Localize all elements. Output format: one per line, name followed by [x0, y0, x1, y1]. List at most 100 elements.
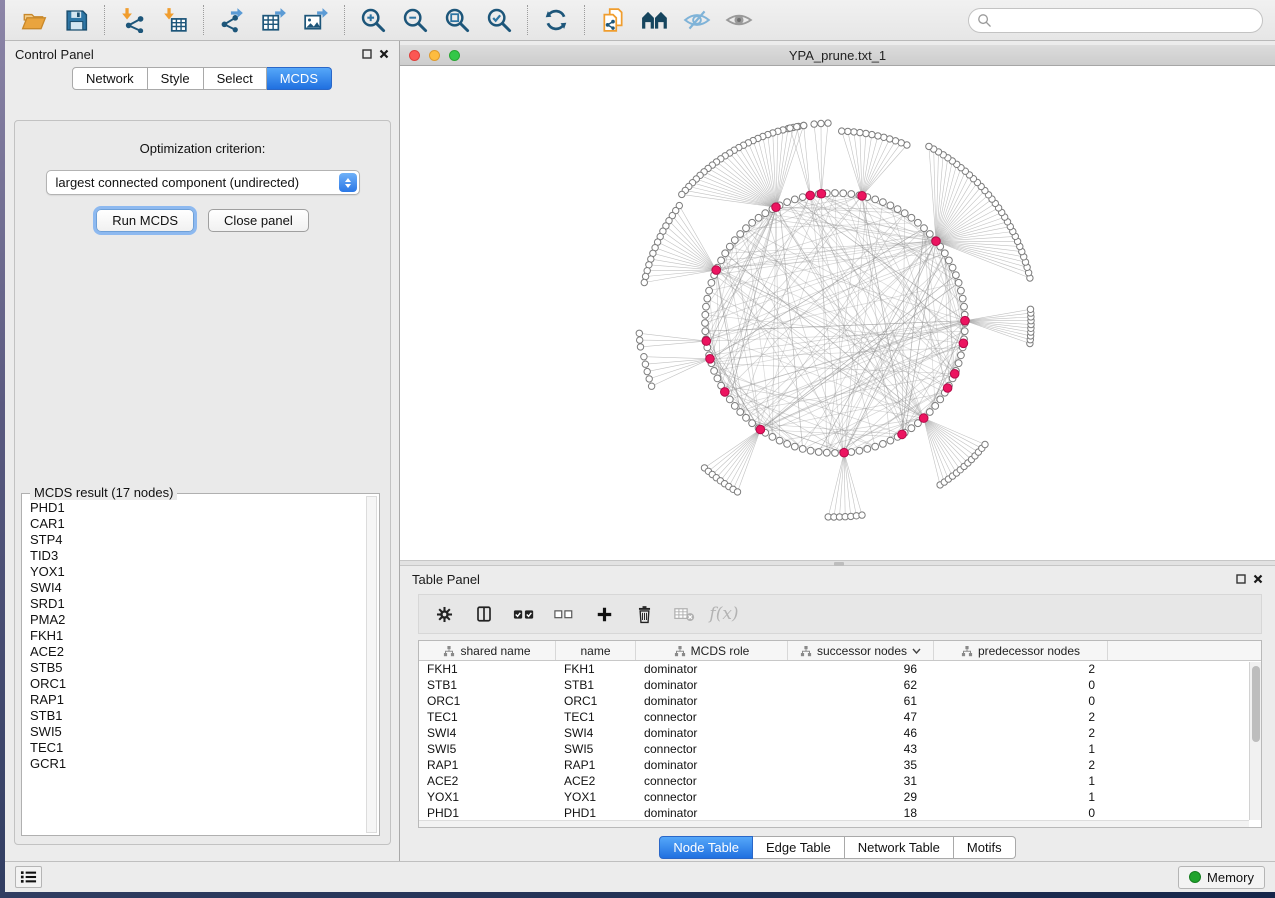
- network-node[interactable]: [711, 368, 718, 375]
- table-row[interactable]: SWI5SWI5connector431: [419, 741, 1261, 757]
- table-cell[interactable]: 1: [934, 789, 1108, 805]
- table-settings-button[interactable]: [431, 601, 457, 627]
- mcds-hub-node[interactable]: [932, 237, 941, 246]
- mcds-hub-node[interactable]: [858, 192, 867, 201]
- table-cell[interactable]: YOX1: [556, 789, 636, 805]
- mcds-result-item[interactable]: YOX1: [24, 564, 365, 580]
- table-cell[interactable]: 46: [788, 725, 934, 741]
- network-leaf-node[interactable]: [859, 512, 865, 518]
- network-node[interactable]: [743, 225, 750, 232]
- network-node[interactable]: [958, 352, 965, 359]
- network-leaf-node[interactable]: [636, 330, 642, 336]
- network-leaf-node[interactable]: [811, 121, 817, 127]
- mcds-hub-node[interactable]: [772, 203, 781, 212]
- network-node[interactable]: [832, 450, 839, 457]
- save-session-button[interactable]: [61, 5, 91, 35]
- table-cell[interactable]: ACE2: [556, 773, 636, 789]
- network-node[interactable]: [702, 320, 709, 327]
- close-table-panel-icon[interactable]: [1253, 574, 1263, 584]
- mcds-hub-node[interactable]: [756, 425, 765, 434]
- table-cell[interactable]: 61: [788, 693, 934, 709]
- mcds-hub-node[interactable]: [898, 430, 907, 439]
- network-node[interactable]: [702, 311, 709, 318]
- network-node[interactable]: [704, 295, 711, 302]
- network-leaf-node[interactable]: [825, 120, 831, 126]
- table-cell[interactable]: 1: [934, 741, 1108, 757]
- mcds-result-item[interactable]: PMA2: [24, 612, 365, 628]
- table-cell[interactable]: 2: [934, 661, 1108, 677]
- table-cell[interactable]: SWI4: [556, 725, 636, 741]
- table-cell[interactable]: FKH1: [556, 661, 636, 677]
- table-horizontal-scrollbar[interactable]: [419, 820, 1249, 827]
- table-cell[interactable]: dominator: [636, 757, 788, 773]
- table-cell[interactable]: connector: [636, 741, 788, 757]
- network-node[interactable]: [762, 210, 769, 217]
- table-cell[interactable]: connector: [636, 709, 788, 725]
- table-cell[interactable]: 0: [934, 805, 1108, 821]
- mcds-hub-node[interactable]: [950, 370, 959, 379]
- column-header-MCDS-role[interactable]: MCDS role: [636, 641, 788, 660]
- table-cell[interactable]: FKH1: [419, 661, 556, 677]
- network-node[interactable]: [901, 210, 908, 217]
- table-cell[interactable]: SWI4: [419, 725, 556, 741]
- hide-selected-button[interactable]: [682, 5, 712, 35]
- network-node[interactable]: [908, 214, 915, 221]
- network-node[interactable]: [856, 447, 863, 454]
- mcds-hub-node[interactable]: [702, 337, 711, 346]
- network-leaf-node[interactable]: [801, 122, 807, 128]
- show-all-button[interactable]: [724, 5, 754, 35]
- network-node[interactable]: [949, 264, 956, 271]
- mcds-result-item[interactable]: GCR1: [24, 756, 365, 772]
- zoom-out-button[interactable]: [400, 5, 430, 35]
- table-cell[interactable]: 31: [788, 773, 934, 789]
- optimization-criterion-select[interactable]: largest connected component (undirected): [46, 170, 360, 195]
- table-row[interactable]: FKH1FKH1dominator962: [419, 661, 1261, 677]
- network-node[interactable]: [921, 225, 928, 232]
- network-leaf-node[interactable]: [926, 143, 932, 149]
- delete-table-button[interactable]: [671, 601, 697, 627]
- delete-column-button[interactable]: [631, 601, 657, 627]
- table-cell[interactable]: 18: [788, 805, 934, 821]
- table-cell[interactable]: YOX1: [419, 789, 556, 805]
- tab-style[interactable]: Style: [148, 67, 204, 90]
- network-node[interactable]: [872, 443, 879, 450]
- network-node[interactable]: [908, 425, 915, 432]
- network-node[interactable]: [791, 196, 798, 203]
- create-column-button[interactable]: [591, 601, 617, 627]
- table-row[interactable]: SWI4SWI4dominator462: [419, 725, 1261, 741]
- mcds-result-item[interactable]: ORC1: [24, 676, 365, 692]
- table-cell[interactable]: 0: [934, 677, 1108, 693]
- network-leaf-node[interactable]: [869, 131, 875, 137]
- network-node[interactable]: [784, 441, 791, 448]
- network-node[interactable]: [961, 303, 968, 310]
- network-node[interactable]: [815, 449, 822, 456]
- table-row[interactable]: ORC1ORC1dominator610: [419, 693, 1261, 709]
- network-node[interactable]: [799, 194, 806, 201]
- table-cell[interactable]: 2: [934, 709, 1108, 725]
- network-leaf-node[interactable]: [887, 136, 893, 142]
- run-mcds-button[interactable]: Run MCDS: [96, 209, 194, 232]
- open-session-button[interactable]: [19, 5, 49, 35]
- network-leaf-node[interactable]: [839, 128, 845, 134]
- mcds-result-item[interactable]: PHD1: [24, 500, 365, 516]
- table-cell[interactable]: 62: [788, 677, 934, 693]
- tab-network[interactable]: Network: [72, 67, 148, 90]
- network-node[interactable]: [702, 328, 709, 335]
- refresh-view-button[interactable]: [541, 5, 571, 35]
- network-node[interactable]: [722, 250, 729, 257]
- network-node[interactable]: [731, 403, 738, 410]
- network-node[interactable]: [848, 449, 855, 456]
- mcds-result-item[interactable]: FKH1: [24, 628, 365, 644]
- network-leaf-node[interactable]: [641, 279, 647, 285]
- table-cell[interactable]: STB1: [556, 677, 636, 693]
- show-panels-button[interactable]: [15, 866, 42, 888]
- network-node[interactable]: [749, 420, 756, 427]
- tab-node-table[interactable]: Node Table: [659, 836, 753, 859]
- network-node[interactable]: [958, 287, 965, 294]
- network-leaf-node[interactable]: [646, 376, 652, 382]
- mcds-hub-node[interactable]: [806, 191, 815, 200]
- table-cell[interactable]: dominator: [636, 805, 788, 821]
- network-leaf-node[interactable]: [863, 130, 869, 136]
- scrollbar-thumb[interactable]: [1252, 666, 1260, 742]
- table-row[interactable]: TEC1TEC1connector472: [419, 709, 1261, 725]
